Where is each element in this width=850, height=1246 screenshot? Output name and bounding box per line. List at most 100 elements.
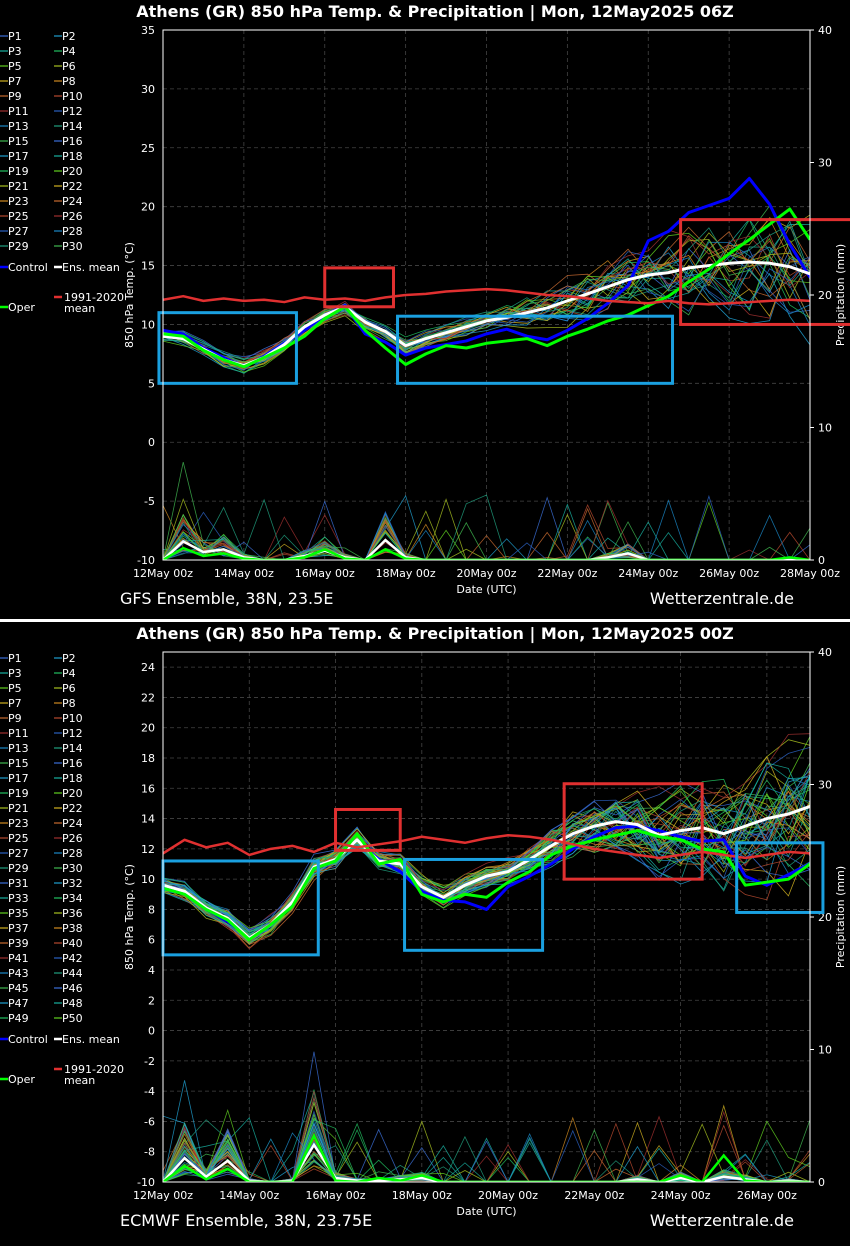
legend-label: P11 bbox=[8, 727, 29, 740]
legend-label: P1 bbox=[8, 30, 22, 43]
y-tick-label: 30 bbox=[141, 83, 155, 96]
legend-label: P20 bbox=[62, 787, 83, 800]
legend-label: P10 bbox=[62, 712, 83, 725]
y-tick-label: 12 bbox=[141, 843, 155, 856]
y-tick-label: 2 bbox=[148, 994, 155, 1007]
x-tick-label: 22May 00z bbox=[537, 567, 597, 580]
gfs-chart: Athens (GR) 850 hPa Temp. & Precipitatio… bbox=[0, 2, 850, 608]
legend-label: P41 bbox=[8, 952, 29, 965]
legend-label: P24 bbox=[62, 195, 83, 208]
legend-label-control: Control bbox=[8, 261, 48, 274]
y2-tick-label: 10 bbox=[818, 1044, 832, 1057]
chart-title: Athens (GR) 850 hPa Temp. & Precipitatio… bbox=[136, 2, 734, 22]
legend-label: P15 bbox=[8, 757, 29, 770]
member-precip-line bbox=[163, 1080, 810, 1182]
x-tick-label: 24May 00z bbox=[651, 1189, 711, 1202]
legend-label: P49 bbox=[8, 1012, 29, 1025]
legend-label: P45 bbox=[8, 982, 29, 995]
legend-label: P22 bbox=[62, 802, 83, 815]
y2-tick-label: 20 bbox=[818, 289, 832, 302]
y-tick-label: 18 bbox=[141, 752, 155, 765]
plot-area bbox=[163, 733, 810, 1182]
legend-label: P3 bbox=[8, 45, 22, 58]
legend-label: P7 bbox=[8, 697, 22, 710]
legend-label: P12 bbox=[62, 105, 83, 118]
legend-label: P6 bbox=[62, 682, 76, 695]
gfs-panel: Athens (GR) 850 hPa Temp. & Precipitatio… bbox=[0, 0, 850, 620]
ecmwf-panel: Athens (GR) 850 hPa Temp. & Precipitatio… bbox=[0, 622, 850, 1242]
y2-tick-label: 30 bbox=[818, 157, 832, 170]
y-tick-label: 35 bbox=[141, 24, 155, 37]
legend-label: P25 bbox=[8, 832, 29, 845]
member-precip-line bbox=[163, 1121, 810, 1182]
x-tick-label: 16May 00z bbox=[306, 1189, 366, 1202]
member-temp-line bbox=[163, 779, 810, 935]
legend-label: P44 bbox=[62, 967, 83, 980]
x-tick-label: 18May 00z bbox=[376, 567, 436, 580]
x-tick-label: 24May 00z bbox=[618, 567, 678, 580]
legend-label: P33 bbox=[8, 892, 29, 905]
y-tick-label: 4 bbox=[148, 964, 155, 977]
legend-label: P47 bbox=[8, 997, 29, 1010]
legend-label: P1 bbox=[8, 652, 22, 665]
legend-label: P27 bbox=[8, 225, 29, 238]
footer-source: ECMWF Ensemble, 38N, 23.75E bbox=[120, 1211, 372, 1230]
y2-tick-label: 40 bbox=[818, 24, 832, 37]
legend-label: P18 bbox=[62, 150, 83, 163]
x-tick-label: 22May 00z bbox=[564, 1189, 624, 1202]
legend-label: P2 bbox=[62, 652, 76, 665]
legend-label: P30 bbox=[62, 240, 83, 253]
legend-label: P38 bbox=[62, 922, 83, 935]
plot-frame bbox=[162, 651, 811, 1183]
legend-label: P25 bbox=[8, 210, 29, 223]
legend-label: P20 bbox=[62, 165, 83, 178]
legend-label-climate-2: mean bbox=[64, 1074, 95, 1087]
legend-label: P26 bbox=[62, 210, 83, 223]
y-tick-label: 20 bbox=[141, 201, 155, 214]
member-precip-line bbox=[163, 519, 810, 560]
y2-tick-label: 0 bbox=[818, 1176, 825, 1189]
legend-label: P5 bbox=[8, 682, 22, 695]
legend-label-ens-mean: Ens. mean bbox=[62, 1033, 120, 1046]
legend: P1 P2 P3 P4 P5 P6 P7 P8 P9 P10 P11 P12 P13 P14 P15 P16 P… bbox=[0, 30, 124, 315]
y-tick-label: 25 bbox=[141, 142, 155, 155]
legend-label: P8 bbox=[62, 75, 76, 88]
x-tick-label: 26May 00z bbox=[699, 567, 759, 580]
legend-label: P4 bbox=[62, 667, 76, 680]
y-tick-label: -10 bbox=[137, 1176, 155, 1189]
legend-label: P29 bbox=[8, 862, 29, 875]
legend-label: P14 bbox=[62, 120, 83, 133]
x-tick-label: 28May 00z bbox=[780, 567, 840, 580]
legend-label: P36 bbox=[62, 907, 83, 920]
legend-label: P21 bbox=[8, 180, 29, 193]
legend-label: P12 bbox=[62, 727, 83, 740]
x-tick-label: 12May 00z bbox=[133, 567, 193, 580]
member-temp-line bbox=[163, 801, 810, 931]
legend-label: P27 bbox=[8, 847, 29, 860]
legend-label: P3 bbox=[8, 667, 22, 680]
y-axis-label: 850 hPa Temp. (°C) bbox=[123, 864, 136, 970]
y2-tick-label: 40 bbox=[818, 646, 832, 659]
ecmwf-chart: Athens (GR) 850 hPa Temp. & Precipitatio… bbox=[0, 624, 847, 1230]
x-tick-label: 20May 00z bbox=[456, 567, 516, 580]
y-tick-label: 0 bbox=[148, 436, 155, 449]
legend-label: P14 bbox=[62, 742, 83, 755]
y-tick-label: 10 bbox=[141, 318, 155, 331]
legend-label: P9 bbox=[8, 90, 22, 103]
y-axis-label: 850 hPa Temp. (°C) bbox=[123, 242, 136, 348]
legend-label: P40 bbox=[62, 937, 83, 950]
legend-label: P16 bbox=[62, 135, 83, 148]
legend-label: P29 bbox=[8, 240, 29, 253]
x-tick-label: 14May 00z bbox=[214, 567, 274, 580]
y-tick-label: 22 bbox=[141, 691, 155, 704]
y-tick-label: -6 bbox=[144, 1115, 155, 1128]
y-tick-label: -8 bbox=[144, 1146, 155, 1159]
member-precip-line bbox=[163, 1121, 810, 1182]
legend-label: P28 bbox=[62, 847, 83, 860]
legend-label: P30 bbox=[62, 862, 83, 875]
legend-label: P4 bbox=[62, 45, 76, 58]
legend-label: P23 bbox=[8, 195, 29, 208]
legend-label: P13 bbox=[8, 120, 29, 133]
y-tick-label: 15 bbox=[141, 260, 155, 273]
footer-site: Wetterzentrale.de bbox=[650, 1211, 794, 1230]
